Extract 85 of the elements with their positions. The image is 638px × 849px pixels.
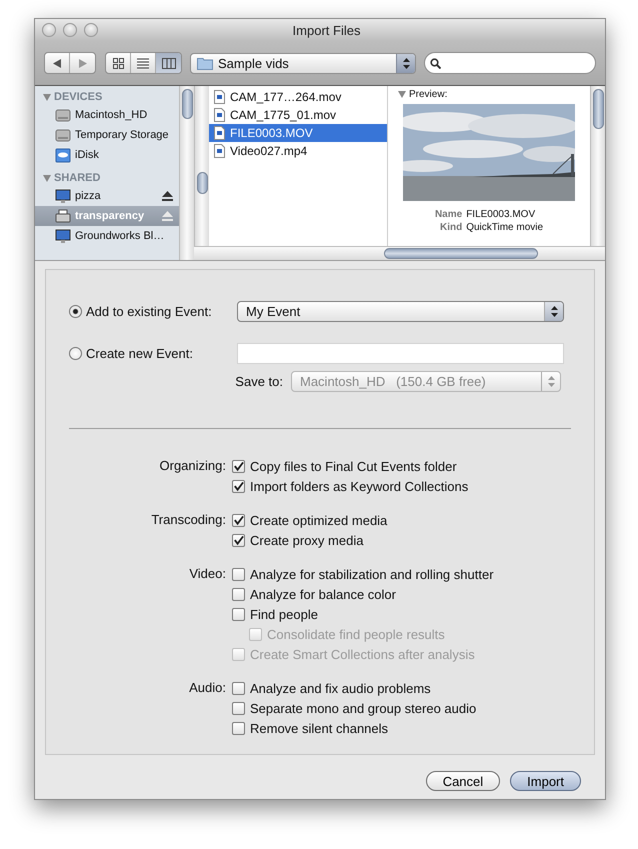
checkbox-label: Analyze for stabilization and rolling shutter	[250, 566, 494, 582]
movie-file-icon	[214, 126, 225, 140]
info-value: FILE0003.MOV	[466, 208, 536, 221]
radio-button[interactable]	[69, 347, 82, 360]
group-label: Audio:	[188, 679, 226, 697]
checkbox[interactable]	[232, 682, 245, 694]
checkbox-label: Create Smart Collections after analysis	[250, 646, 475, 662]
movie-file-icon	[214, 108, 225, 122]
scroll-bar[interactable]	[194, 86, 209, 246]
checkbox-label: Analyze for balance color	[250, 586, 396, 602]
location-popup[interactable]: Sample vids	[190, 52, 416, 74]
sidebar-item[interactable]: Macintosh_HD	[35, 105, 179, 125]
up-down-arrows-icon	[550, 306, 558, 317]
sidebar-heading: SHARED	[54, 172, 100, 184]
checkbox-label: Consolidate find people results	[267, 626, 445, 642]
disclosure-triangle-icon[interactable]	[398, 91, 406, 98]
checkbox[interactable]	[232, 460, 245, 472]
sidebar-heading: DEVICES	[54, 91, 102, 103]
group-label: Transcoding:	[150, 511, 226, 529]
dialog-button[interactable]: Import	[510, 771, 581, 791]
disclosure-triangle-icon[interactable]	[43, 174, 51, 182]
window-title: Import Files	[292, 22, 362, 38]
radio-label: Create new Event:	[86, 346, 193, 361]
checkbox[interactable]	[232, 702, 245, 714]
list-view-icon	[137, 58, 149, 68]
checkbox-label: Separate mono and group stereo audio	[250, 700, 476, 716]
group-label: Organizing:	[158, 457, 226, 475]
monitor-icon	[55, 188, 71, 204]
scroll-bar[interactable]	[179, 86, 194, 260]
checkbox[interactable]	[232, 608, 245, 620]
checkbox[interactable]	[232, 722, 245, 734]
close-icon[interactable]	[42, 23, 56, 37]
eject-icon[interactable]	[162, 191, 173, 201]
checkbox-label: Create optimized media	[250, 512, 388, 528]
disclosure-triangle-icon[interactable]	[43, 94, 51, 100]
info-value: QuickTime movie	[466, 221, 544, 234]
scroll-bar[interactable]	[194, 246, 605, 260]
hard-drive-icon	[55, 128, 71, 142]
up-down-arrows-icon	[402, 58, 410, 68]
icon-view-icon	[112, 58, 124, 68]
checkbox-label: Create proxy media	[250, 532, 364, 548]
file-item[interactable]: Video027.mp4	[209, 142, 387, 160]
info-label: Kind	[438, 221, 462, 234]
folder-icon	[197, 56, 213, 70]
up-down-arrows-icon	[548, 376, 554, 387]
sidebar-item[interactable]: pizza	[35, 186, 179, 206]
file-item[interactable]: CAM_1775_01.mov	[209, 106, 387, 124]
zoom-icon[interactable]	[84, 23, 98, 37]
sidebar-item[interactable]: Temporary Storage	[35, 125, 179, 145]
event-popup[interactable]: My Event	[237, 301, 564, 322]
checkbox[interactable]	[232, 514, 245, 526]
scroll-bar[interactable]	[590, 86, 605, 246]
preview-heading: Preview:	[409, 89, 448, 100]
view-mode-button[interactable]	[156, 53, 181, 73]
file-item[interactable]: CAM_177…264.mov	[209, 88, 387, 106]
group-label: Video:	[188, 565, 226, 583]
event-name-field[interactable]	[237, 343, 564, 364]
checkbox-label: Analyze and fix audio problems	[250, 680, 431, 696]
radio-button[interactable]	[69, 305, 82, 318]
sidebar-item[interactable]: Groundworks Bl…	[35, 226, 179, 246]
monitor-icon	[55, 228, 71, 244]
search-field[interactable]	[424, 52, 596, 74]
printer-icon	[55, 208, 71, 224]
search-icon	[430, 58, 441, 68]
checkbox-label: Copy files to Final Cut Events folder	[250, 458, 457, 474]
column-view-icon	[162, 58, 176, 68]
movie-file-icon	[214, 144, 225, 158]
info-label: Name	[434, 208, 462, 221]
sidebar-item[interactable]: iDisk	[35, 145, 179, 165]
dialog-button[interactable]: Cancel	[426, 771, 500, 791]
checkbox-label: Remove silent channels	[250, 720, 388, 736]
hard-drive-icon	[55, 108, 71, 122]
checkbox-label: Import folders as Keyword Collections	[250, 478, 468, 494]
movie-file-icon	[214, 90, 225, 104]
minimize-icon[interactable]	[63, 23, 77, 37]
checkbox[interactable]	[232, 568, 245, 580]
file-item[interactable]: FILE0003.MOV	[209, 124, 387, 142]
save-to-label: Save to:	[235, 374, 283, 389]
left-triangle-icon	[53, 58, 61, 68]
checkbox[interactable]	[232, 480, 245, 492]
checkbox[interactable]	[232, 534, 245, 546]
right-triangle-icon	[78, 58, 86, 68]
radio-label: Add to existing Event:	[86, 304, 212, 319]
checkbox-label: Find people	[250, 606, 318, 622]
checkbox[interactable]	[232, 588, 245, 600]
